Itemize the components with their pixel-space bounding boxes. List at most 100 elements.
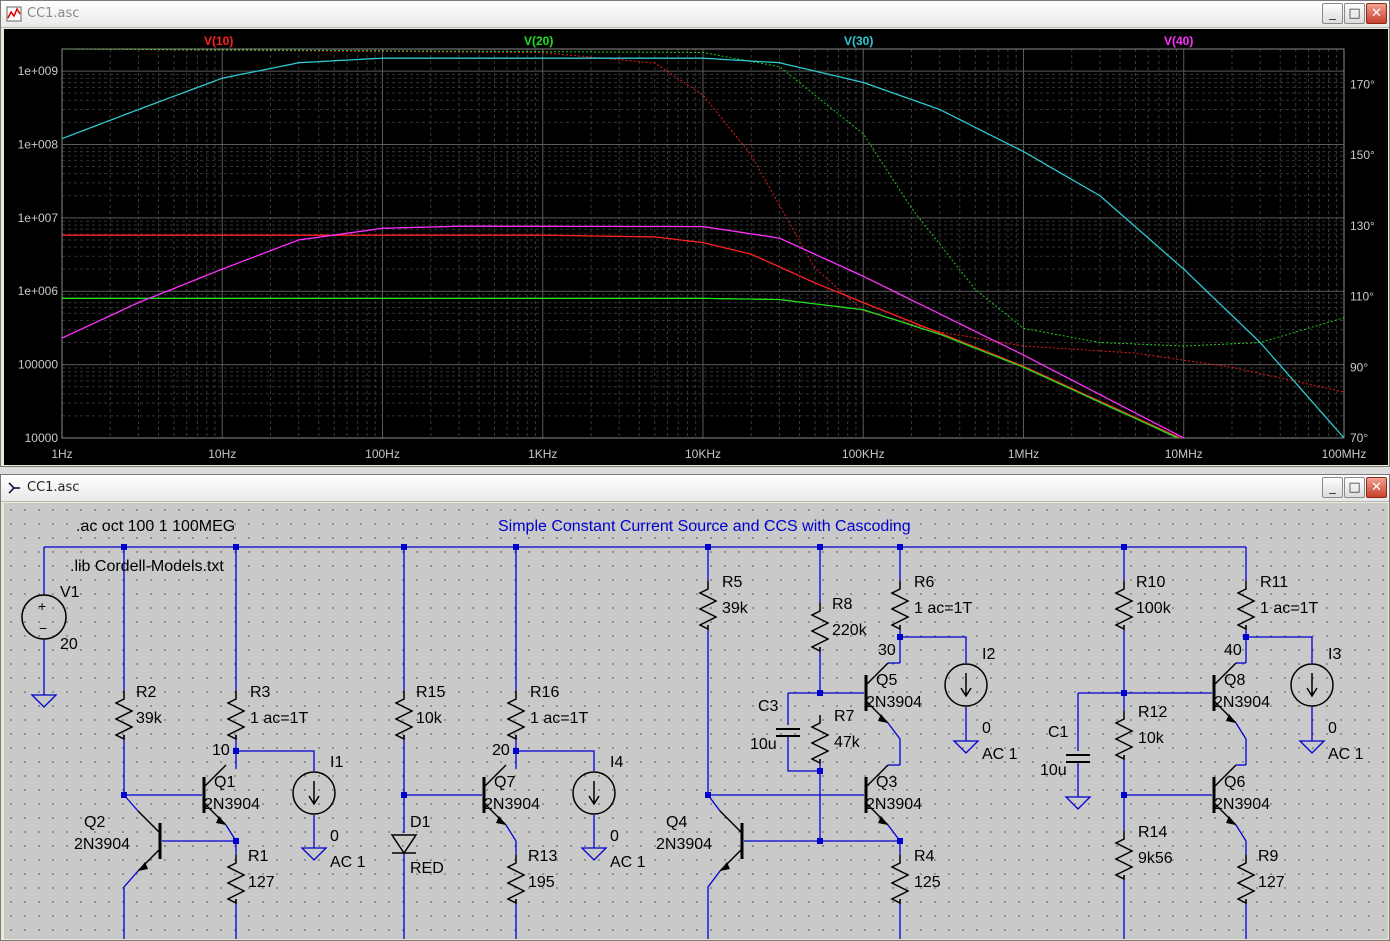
x-tick-label: 100MHz: [1322, 447, 1367, 461]
resistor-r4: [890, 855, 910, 905]
y-tick-label: 1e+009: [18, 64, 59, 78]
ref-label-r11: R11: [1260, 574, 1288, 591]
schematic-canvas[interactable]: .ac oct 100 1 100MEG .lib Cordell-Models.…: [4, 503, 1388, 939]
resistor-r9: [1236, 855, 1256, 905]
x-tick-label: 10KHz: [685, 447, 721, 461]
junction-dot: [817, 838, 823, 844]
trace-label: V(30): [844, 34, 873, 48]
resistor-r14: [1114, 831, 1134, 881]
magnitude-trace: [62, 297, 1180, 438]
value-label-r16: 1 ac=1T: [530, 710, 588, 727]
value-label-r13: 195: [528, 874, 555, 891]
junction-dot: [1121, 792, 1127, 798]
ref-label-r13: R13: [528, 848, 557, 865]
ref-label-r10: R10: [1136, 574, 1165, 591]
value-label-r5: 39k: [722, 600, 749, 617]
maximize-button[interactable]: □: [1344, 477, 1365, 498]
junction-dot: [121, 544, 127, 550]
trace-label: V(10): [204, 34, 233, 48]
resistor-r1: [226, 855, 246, 905]
value-label-d1: RED: [410, 860, 444, 877]
junction-dot: [401, 544, 407, 550]
transistor-body-q4: [719, 810, 743, 872]
resistor-r8: [810, 603, 830, 653]
waveform-plot[interactable]: 1Hz 10Hz 100Hz 1KHz 10KHz 100KHz 1MHz 10MHz 100M…: [4, 29, 1388, 465]
y2-tick-label: 170°: [1350, 77, 1375, 91]
ref-label-i4: I4: [610, 754, 623, 771]
wire: [707, 870, 721, 939]
schematic-window-titlebar[interactable]: CC1.asc _ □ ✕: [1, 475, 1389, 502]
x-tick-label: 100Hz: [365, 447, 400, 461]
ref-label-r15: R15: [416, 684, 445, 701]
x-tick-label: 100KHz: [842, 447, 885, 461]
resistor-r15: [394, 691, 414, 741]
x-tick-label: 1MHz: [1008, 447, 1039, 461]
close-button[interactable]: ✕: [1366, 477, 1387, 498]
magnitude-trace: [62, 225, 1185, 438]
ref-label-q3: Q3: [876, 774, 897, 791]
transistor-body-q2: [137, 810, 161, 872]
wire: [1246, 636, 1313, 663]
x-tick-label: 10MHz: [1165, 447, 1203, 461]
wire: [887, 722, 901, 765]
ref-label-r1: R1: [248, 848, 269, 865]
plus-sign: +: [38, 598, 46, 614]
ref-label-q5: Q5: [876, 672, 897, 689]
resistor-r7: [810, 715, 830, 765]
ground-symbol: [952, 740, 980, 754]
value-label-r8: 220k: [832, 622, 868, 639]
junction-dot: [897, 634, 903, 640]
net-label-30: 30: [878, 642, 896, 659]
plot-window-titlebar[interactable]: CC1.asc _ □ ✕: [1, 1, 1389, 28]
ref-label-c1: C1: [1048, 724, 1069, 741]
wire: [900, 636, 967, 663]
ref-label-r3: R3: [250, 684, 271, 701]
y-tick-label: 1e+008: [18, 137, 59, 151]
junction-dot: [401, 792, 407, 798]
value-label-r6: 1 ac=1T: [914, 600, 972, 617]
close-button[interactable]: ✕: [1366, 3, 1387, 24]
value-label-q6: 2N3904: [1214, 796, 1270, 813]
junction-dot: [897, 838, 903, 844]
current-arrow-i1: [308, 781, 320, 806]
x-tick-label: 10Hz: [208, 447, 236, 461]
value-label-c3: 10u: [750, 736, 777, 753]
resistor-r11: [1236, 581, 1256, 631]
value-label-q1: 2N3904: [204, 796, 260, 813]
junction-dot: [817, 690, 823, 696]
value-label-r11: 1 ac=1T: [1260, 600, 1318, 617]
waveform-icon: [6, 6, 22, 22]
value-label-r1: 127: [248, 874, 275, 891]
junction-dot: [513, 544, 519, 550]
ref-label-q4: Q4: [666, 814, 687, 831]
diode-d1: [390, 834, 418, 855]
wire: [1235, 824, 1247, 855]
ref-label-r9: R9: [1258, 848, 1279, 865]
value-label-q2: 2N3904: [74, 836, 130, 853]
resistor-r5: [698, 581, 718, 631]
current-arrow-i3: [1306, 673, 1318, 698]
ground-symbol: [580, 847, 608, 861]
ref-label-r7: R7: [834, 708, 855, 725]
value-label-r12: 10k: [1138, 730, 1165, 747]
junction-dot: [121, 792, 127, 798]
wire: [1235, 722, 1247, 765]
ref-label-c3: C3: [758, 698, 779, 715]
resistor-r13: [506, 855, 526, 905]
junction-dot: [233, 748, 239, 754]
x-tick-label: 1KHz: [528, 447, 557, 461]
ref-label-i2: I2: [982, 646, 995, 663]
plot-window: CC1.asc _ □ ✕ 1Hz 10Hz 100Hz 1KHz 10KHz 100KH…: [0, 0, 1390, 467]
minimize-button[interactable]: _: [1322, 3, 1343, 24]
ref-label-v1: V1: [60, 584, 80, 601]
maximize-button[interactable]: □: [1344, 3, 1365, 24]
capacitor-c1: [1066, 754, 1090, 763]
value-label-c1: 10u: [1040, 762, 1067, 779]
junction-dot: [513, 748, 519, 754]
minimize-button[interactable]: _: [1322, 477, 1343, 498]
resistor-r12: [1114, 711, 1134, 761]
wire: [505, 824, 517, 855]
window-title: CC1.asc: [27, 480, 80, 495]
junction-dot: [233, 838, 239, 844]
junction-dot: [233, 544, 239, 550]
